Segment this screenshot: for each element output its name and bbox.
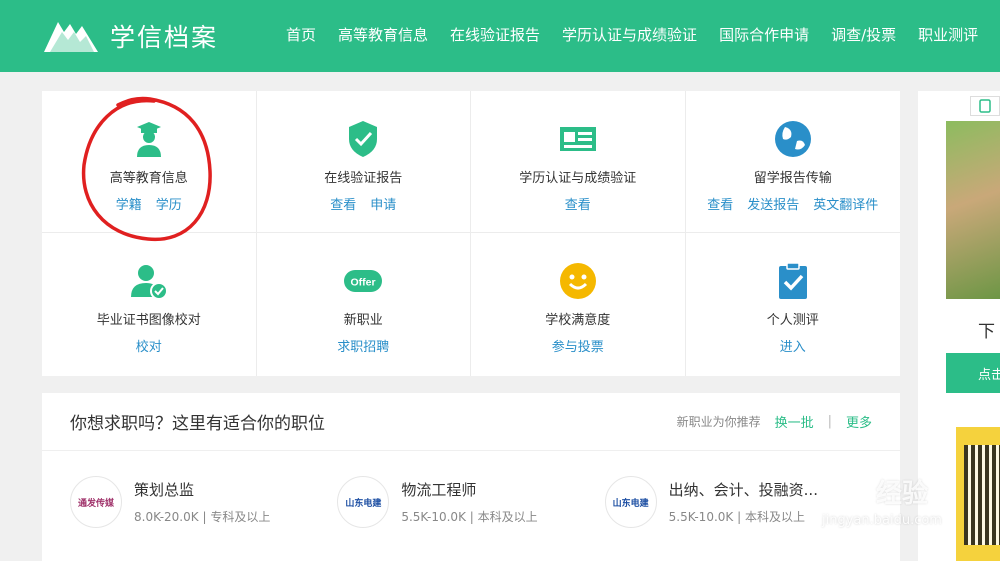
service-personal-assessment: 个人测评 进入 bbox=[686, 233, 901, 376]
link-apply[interactable]: 申请 bbox=[370, 194, 396, 213]
job-item[interactable]: 山东电建 出纳、会计、投融资... 5.5K-10.0K | 本科及以上 bbox=[604, 476, 872, 528]
service-title: 学历认证与成绩验证 bbox=[519, 171, 637, 186]
job-name: 策划总监 bbox=[134, 481, 195, 499]
nav-home[interactable]: 首页 bbox=[286, 24, 316, 45]
job-salary: 5.5K-10.0K bbox=[668, 510, 734, 524]
job-meta: 8.0K-20.0K | 专科及以上 bbox=[134, 508, 270, 525]
job-name: 物流工程师 bbox=[401, 481, 477, 499]
nav-career-test[interactable]: 职业测评 bbox=[918, 24, 978, 45]
phone-icon bbox=[979, 99, 991, 113]
job-item[interactable]: 通发传媒 策划总监 8.0K-20.0K | 专科及以上 bbox=[70, 476, 337, 528]
link-view[interactable]: 查看 bbox=[330, 194, 356, 213]
divider: | bbox=[737, 510, 745, 524]
site-logo[interactable]: 学信档案 bbox=[42, 18, 218, 54]
graduate-icon bbox=[136, 122, 161, 157]
job-education: 本科及以上 bbox=[744, 510, 805, 524]
link-vote[interactable]: 参与投票 bbox=[552, 336, 604, 355]
service-title: 在线验证报告 bbox=[324, 171, 403, 186]
offer-badge-text: Offer bbox=[351, 277, 376, 289]
service-title: 毕业证书图像校对 bbox=[96, 313, 201, 328]
service-title: 个人测评 bbox=[766, 313, 819, 328]
mobile-icon[interactable] bbox=[970, 96, 1000, 116]
service-new-career: Offer 新职业 求职招聘 bbox=[257, 233, 471, 376]
service-title: 高等教育信息 bbox=[109, 171, 188, 186]
book-logo-icon bbox=[44, 22, 98, 52]
main-nav: 首页 高等教育信息 在线验证报告 学历认证与成绩验证 国际合作申请 调查/投票 … bbox=[276, 24, 1000, 45]
job-meta: 5.5K-10.0K | 本科及以上 bbox=[401, 508, 537, 525]
company-logo: 通发传媒 bbox=[70, 476, 122, 528]
job-salary: 5.5K-10.0K bbox=[401, 510, 466, 524]
service-degree-certification: 学历认证与成绩验证 查看 bbox=[471, 91, 686, 233]
services-panel: 高等教育信息 学籍 学历 在线验证报告 查看 申请 学历认证与成绩验证 查看 留… bbox=[42, 91, 900, 376]
smile-icon bbox=[559, 263, 596, 299]
job-item[interactable]: 山东电建 物流工程师 5.5K-10.0K | 本科及以上 bbox=[337, 476, 604, 528]
site-name: 学信档案 bbox=[110, 23, 219, 52]
nav-degree-certification[interactable]: 学历认证与成绩验证 bbox=[562, 24, 697, 45]
offer-icon: Offer bbox=[344, 270, 383, 292]
job-salary: 8.0K-20.0K bbox=[134, 510, 199, 524]
jobs-title: 你想求职吗？这里有适合你的职位 bbox=[70, 414, 325, 434]
nav-online-verification[interactable]: 在线验证报告 bbox=[450, 24, 540, 45]
job-meta: 5.5K-10.0K | 本科及以上 bbox=[669, 508, 818, 525]
link-send-report[interactable]: 发送报告 bbox=[747, 194, 799, 213]
service-title: 新职业 bbox=[343, 313, 383, 328]
service-title: 学校满意度 bbox=[545, 313, 611, 328]
globe-icon bbox=[774, 121, 811, 157]
link-view[interactable]: 查看 bbox=[565, 194, 591, 213]
link-view[interactable]: 查看 bbox=[707, 194, 733, 213]
link-degree[interactable]: 学历 bbox=[156, 194, 182, 213]
job-name: 出纳、会计、投融资... bbox=[668, 481, 818, 499]
more-jobs-link[interactable]: 更多 bbox=[846, 412, 872, 431]
refresh-jobs-button[interactable]: 换一批 bbox=[775, 412, 814, 431]
link-job-search[interactable]: 求职招聘 bbox=[337, 336, 389, 355]
side-text: 下 bbox=[978, 322, 995, 342]
link-proofread[interactable]: 校对 bbox=[136, 336, 162, 355]
jobs-panel: 你想求职吗？这里有适合你的职位 新职业为你推荐 换一批 | 更多 通发传媒 策划… bbox=[42, 393, 900, 561]
id-card-icon bbox=[559, 127, 596, 151]
service-study-abroad-report: 留学报告传输 查看 发送报告 英文翻译件 bbox=[685, 91, 900, 233]
user-check-icon bbox=[130, 265, 168, 300]
shield-check-icon bbox=[349, 121, 378, 157]
link-student-status[interactable]: 学籍 bbox=[116, 194, 142, 213]
service-title: 留学报告传输 bbox=[753, 171, 832, 186]
top-header: 学信档案 首页 高等教育信息 在线验证报告 学历认证与成绩验证 国际合作申请 调… bbox=[0, 0, 1000, 72]
nav-higher-education[interactable]: 高等教育信息 bbox=[338, 24, 428, 45]
link-english-translation[interactable]: 英文翻译件 bbox=[813, 194, 878, 213]
clipboard-check-icon bbox=[778, 262, 807, 299]
promo-image[interactable] bbox=[946, 121, 1000, 299]
side-panel: 下 点击 bbox=[918, 91, 1000, 561]
job-education: 专科及以上 bbox=[210, 510, 271, 524]
service-certificate-check: 毕业证书图像校对 校对 bbox=[42, 233, 257, 376]
company-logo: 山东电建 bbox=[604, 476, 657, 528]
link-enter[interactable]: 进入 bbox=[780, 336, 806, 355]
service-higher-education: 高等教育信息 学籍 学历 bbox=[42, 91, 257, 233]
nav-survey[interactable]: 调查/投票 bbox=[831, 24, 896, 45]
divider: | bbox=[469, 510, 478, 524]
job-education: 本科及以上 bbox=[477, 510, 538, 524]
service-school-satisfaction: 学校满意度 参与投票 bbox=[471, 233, 686, 376]
nav-international[interactable]: 国际合作申请 bbox=[719, 24, 809, 45]
jobs-recommend-text: 新职业为你推荐 bbox=[676, 415, 761, 429]
qr-code bbox=[956, 427, 1000, 561]
company-logo: 山东电建 bbox=[337, 476, 390, 528]
side-button[interactable]: 点击 bbox=[946, 353, 1000, 393]
service-online-verification: 在线验证报告 查看 申请 bbox=[256, 91, 471, 233]
divider: | bbox=[827, 414, 832, 429]
